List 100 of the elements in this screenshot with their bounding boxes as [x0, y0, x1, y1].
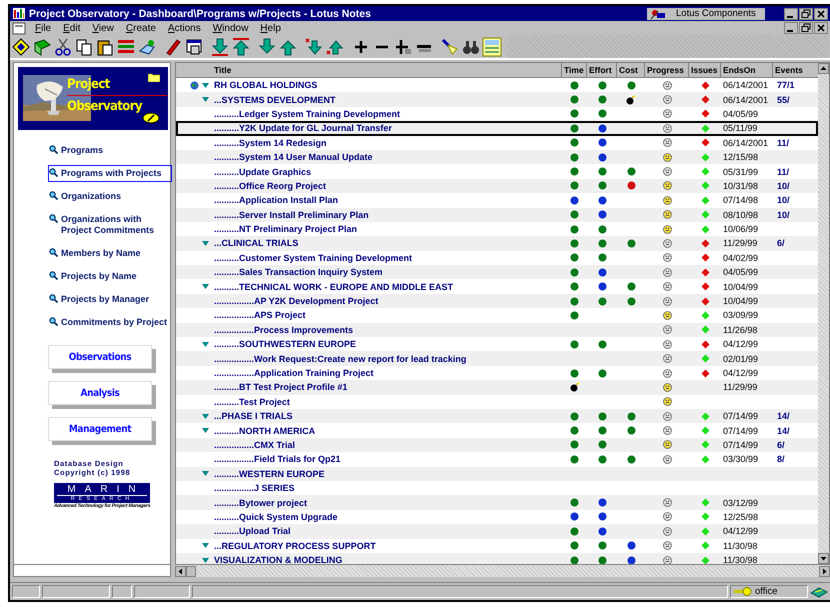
date-text: 11/29/99	[722, 238, 758, 248]
column-header[interactable]: Effort	[587, 63, 617, 77]
view-row[interactable]: ..........Ledger System Training Development 04/05/99	[176, 106, 818, 122]
view-row[interactable]: ..........Quick System Upgrade 12/25/98	[176, 510, 818, 524]
row-title: ..........BT Test Project Profile #1	[214, 381, 348, 394]
view-row[interactable]: ................Process Improvements 11/26/98	[176, 322, 818, 338]
location-segment[interactable]: office	[730, 585, 808, 598]
date-text: 11/26/98	[722, 324, 758, 335]
date-text: 07/14/99	[722, 440, 758, 450]
row-title: VISUALIZATION & MODELING	[214, 554, 344, 564]
nav-link[interactable]: Members by Name	[48, 245, 172, 262]
view-row[interactable]: ..........NORTH AMERICA 07/14/99 14/	[176, 423, 818, 438]
menu-item[interactable]: View	[87, 22, 121, 34]
row-title: ..........NORTH AMERICA	[214, 424, 316, 438]
menu-item[interactable]: Actions	[162, 22, 208, 34]
date-text: 03/12/99	[722, 498, 758, 508]
column-header[interactable]: Cost	[617, 63, 645, 77]
view-row[interactable]: ..........Test Project	[176, 394, 818, 409]
view-row[interactable]: ................J SERIES	[176, 480, 818, 496]
date-text: 10/04/99	[722, 282, 758, 292]
date-text: 07/14/99	[722, 426, 758, 436]
view-row[interactable]: ..........SOUTHWESTERN EUROPE 04/12/99	[176, 337, 818, 352]
view-row[interactable]: ..........System 14 User Manual Update 12/15/98	[176, 150, 818, 164]
date-text: 11/30/98	[722, 540, 758, 551]
view-row[interactable]: ..........System 14 Redesign 06/14/2001 11/	[176, 136, 818, 150]
row-title: ................Work Request:Create new report for lead tracking	[214, 352, 468, 366]
menu-item[interactable]: Window	[208, 22, 256, 34]
nav-link[interactable]: Organizations with Project Commitments	[48, 211, 172, 239]
view-row[interactable]: ..........Application Install Plan 07/14/98 10/	[176, 193, 818, 208]
events-text: 6/	[776, 238, 785, 248]
menu-item[interactable]: File	[30, 22, 58, 34]
component-button[interactable]: Lotus Components	[647, 8, 765, 20]
column-header[interactable]: Time	[562, 63, 587, 77]
view-row[interactable]: ................AP Y2K Development Project 10/04/99	[176, 294, 818, 308]
view-row[interactable]: ...CLINICAL TRIALS 11/29/99 6/	[176, 236, 818, 251]
view-row[interactable]: ...SYSTEMS DEVELOPMENT 06/14/2001 55/	[176, 92, 818, 107]
row-title: ...SYSTEMS DEVELOPMENT	[214, 94, 337, 107]
date-text: 03/30/99	[722, 454, 758, 464]
nav-link[interactable]: Programs with Projects	[48, 165, 172, 182]
date-text: 02/01/99	[722, 354, 758, 364]
column-header[interactable]: Progress	[645, 63, 689, 77]
date-text: 04/12/99	[722, 526, 758, 536]
date-text: 06/14/2001	[722, 80, 768, 90]
row-title: ...CLINICAL TRIALS	[214, 237, 300, 250]
date-text: 04/05/99	[722, 108, 758, 119]
row-title: ..........Upload Trial	[214, 525, 292, 538]
nav-link[interactable]: Programs	[48, 142, 172, 159]
date-text: 03/09/99	[722, 310, 758, 320]
view-row[interactable]: ................Work Request:Create new report for lead tracking 02/01/99	[176, 351, 818, 366]
events-text: 10/	[776, 195, 790, 206]
date-text: 04/12/99	[722, 339, 758, 350]
row-title: ..........Server Install Preliminary Plan	[214, 208, 370, 222]
view-row[interactable]: ................CMX Trial 07/14/99 6/	[176, 438, 818, 452]
date-text: 10/31/98	[722, 180, 758, 191]
date-text: 12/15/98	[722, 152, 758, 162]
row-title: ..........Quick System Upgrade	[214, 510, 339, 524]
view-row[interactable]: ..........BT Test Project Profile #1 11/29/99	[176, 380, 818, 395]
menu-item[interactable]: Edit	[58, 22, 88, 34]
logo-name: MARIN	[66, 484, 146, 495]
row-title: ..........Y2K Update for GL Journal Transfer	[214, 122, 393, 136]
view-row[interactable]: ..........Bytower project 03/12/99	[176, 495, 818, 510]
nav-link[interactable]: Projects by Name	[48, 268, 172, 285]
date-text: 06/14/2001	[722, 94, 768, 105]
column-header[interactable]: Events	[773, 63, 818, 77]
view-row[interactable]: ..........Y2K Update for GL Journal Transfer 05/11/99	[176, 121, 818, 136]
view-row[interactable]: ..........Server Install Preliminary Plan 08/10/98 10/	[176, 208, 818, 222]
view-row[interactable]: ...REGULATORY PROCESS SUPPORT 11/30/98	[176, 538, 818, 553]
nav-link[interactable]: Organizations	[48, 188, 172, 205]
view-row[interactable]: ..........Office Reorg Project 10/31/98 10/	[176, 178, 818, 194]
column-header[interactable]: Issues	[689, 63, 721, 77]
view-row[interactable]: ..........Sales Transaction Inquiry System 04/05/99	[176, 265, 818, 280]
view-row[interactable]: RH GLOBAL HOLDINGS 06/14/2001 77/1	[176, 78, 818, 92]
view-row[interactable]: ...PHASE I TRIALS 07/14/99 14/	[176, 408, 818, 424]
view-row[interactable]: ..........Upload Trial 04/12/99	[176, 524, 818, 538]
row-title: ..........Bytower project	[214, 496, 308, 510]
view-row[interactable]: ..........Customer System Training Development 04/02/99	[176, 250, 818, 266]
row-title: ...PHASE I TRIALS	[214, 410, 294, 424]
events-text: 11/	[776, 138, 790, 148]
nav-link[interactable]: Commitments by Project	[48, 314, 172, 331]
view-row[interactable]: ..........Update Graphics 05/31/99 11/	[176, 164, 818, 179]
view-row[interactable]: VISUALIZATION & MODELING 11/30/98	[176, 552, 818, 564]
menu-item[interactable]: Create	[120, 22, 163, 34]
view-row[interactable]: ..........TECHNICAL WORK - EUROPE AND MIDDLE EAST 10/04/99	[176, 279, 818, 294]
column-header[interactable]: Title	[176, 63, 562, 77]
date-text: 04/05/99	[722, 267, 758, 278]
view-row[interactable]: ................Field Trials for Qp21 03/30/99 8/	[176, 452, 818, 467]
row-title: ..........System 14 Redesign	[214, 136, 328, 150]
events-text: 14/	[776, 411, 790, 422]
date-text: 08/10/98	[722, 210, 758, 220]
menu-item[interactable]: Help	[255, 22, 288, 34]
view-row[interactable]: ..........WESTERN EUROPE	[176, 466, 818, 481]
row-title: RH GLOBAL HOLDINGS	[214, 79, 318, 92]
view-row[interactable]: ................APS Project 03/09/99	[176, 308, 818, 323]
nav-link[interactable]: Projects by Manager	[48, 291, 172, 308]
row-title: ................J SERIES	[214, 482, 296, 496]
view-row[interactable]: ................Application Training Project 04/12/99	[176, 366, 818, 380]
column-header[interactable]: EndsOn	[721, 63, 773, 77]
row-title: ................Process Improvements	[214, 324, 354, 337]
date-text: 11/29/99	[722, 382, 758, 392]
view-row[interactable]: ..........NT Preliminary Project Plan 10/06/99	[176, 222, 818, 236]
